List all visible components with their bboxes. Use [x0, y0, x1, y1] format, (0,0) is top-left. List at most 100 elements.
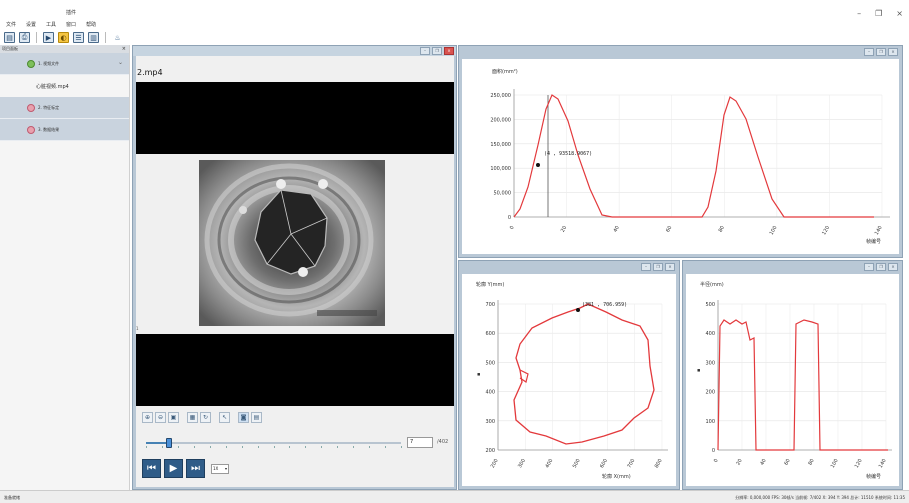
rotate-icon[interactable]: ↻ — [200, 412, 211, 423]
close-icon[interactable]: × — [665, 263, 675, 271]
step-forward-button[interactable]: ⏭ — [186, 459, 205, 478]
minimize-icon[interactable]: – — [641, 263, 651, 271]
cursor-icon[interactable]: ↖ — [219, 412, 230, 423]
restore-icon[interactable]: ❐ — [876, 48, 886, 56]
open-icon[interactable]: ▶ — [43, 32, 54, 43]
save-icon[interactable]: ▤ — [4, 32, 15, 43]
menu-settings[interactable]: 设置 — [26, 21, 36, 28]
x-tick-label: 40 — [759, 458, 767, 467]
chart-panel-titlebar: – ❐ × — [683, 261, 902, 273]
zoom-in-icon[interactable]: ⊕ — [142, 412, 153, 423]
nav-item-label: 3. 数据结果 — [38, 126, 60, 132]
contour-series-line — [513, 303, 655, 445]
video-viewer: 2.mp4 1 ⊕ ⊖ ▣ ▦ ↻ ↖ ◙ ▤ 7 /402 ⏮ ▶ ⏭ 1X … — [136, 56, 454, 487]
y-axis-label: 面积(mm²) — [492, 68, 518, 75]
radius-chart-panel: – ❐ × 半径(mm) 500 400 300 200 100 0 ▪ 0 20 40 60 8… — [682, 260, 903, 490]
restore-icon[interactable]: ❐ — [876, 263, 886, 271]
y-tick-label: 400 — [705, 331, 715, 337]
window-controls: – ❐ × — [857, 9, 903, 18]
slider-tick — [289, 446, 291, 448]
x-tick-label: 800 — [654, 458, 664, 469]
speed-select[interactable]: 1X ▾ — [211, 463, 229, 474]
x-tick-label: 80 — [718, 225, 726, 234]
x-tick-label: 100 — [769, 225, 779, 236]
point-annotation: (381 , 706.959) — [582, 302, 627, 308]
minimize-icon[interactable]: – — [864, 48, 874, 56]
video-frame[interactable] — [199, 160, 385, 326]
minimize-icon[interactable]: – — [420, 47, 430, 55]
close-icon[interactable]: × — [444, 47, 454, 55]
zoom-out-icon[interactable]: ⊖ — [155, 412, 166, 423]
point-annotation: (4 , 93518.9067) — [544, 151, 592, 157]
y-tick-label: 250,000 — [490, 93, 511, 99]
video-panel-titlebar: – ❐ × — [133, 46, 456, 56]
y-ticks: 500 400 300 200 100 0 — [705, 302, 715, 454]
y-tick-label: 600 — [485, 331, 495, 337]
fit-icon[interactable]: ▣ — [168, 412, 179, 423]
panel-close-icon[interactable]: × — [122, 45, 126, 53]
menu-file[interactable]: 文件 — [6, 21, 16, 28]
slider-tick — [353, 446, 355, 448]
nav-item-label: 2. 特征标定 — [38, 104, 60, 110]
selected-point[interactable] — [536, 163, 540, 167]
close-icon[interactable]: × — [888, 48, 898, 56]
y-tick-label: 300 — [705, 360, 715, 366]
close-button[interactable]: × — [896, 9, 903, 18]
x-tick-label: 100 — [830, 458, 840, 469]
menu-bar: 文件 设置 工具 窗口 帮助 — [6, 21, 96, 28]
slider-tick — [401, 446, 402, 448]
crop-icon[interactable]: ▦ — [187, 412, 198, 423]
camera-icon[interactable]: ◙ — [238, 412, 249, 423]
x-tick-label: 80 — [807, 458, 815, 467]
slider-thumb[interactable] — [165, 438, 172, 448]
selected-point[interactable] — [576, 308, 580, 312]
frame-total: /402 — [437, 439, 449, 445]
image-toolbar: ⊕ ⊖ ▣ ▦ ↻ ↖ ◙ ▤ — [142, 412, 262, 423]
y-tick-label: 200 — [485, 448, 495, 454]
step-back-button[interactable]: ⏮ — [142, 459, 161, 478]
status-info: 分辨率: 0,000,000 FPS: 30帧/s 当前帧: 7/402 X: … — [735, 495, 905, 500]
menu-window[interactable]: 窗口 — [66, 21, 76, 28]
minimize-icon[interactable]: – — [864, 263, 874, 271]
slider-tick — [369, 446, 371, 448]
video-panel-controls: – ❐ × — [420, 47, 454, 55]
menu-tools[interactable]: 工具 — [46, 21, 56, 28]
restore-icon[interactable]: ❐ — [653, 263, 663, 271]
y-tick-label: 100,000 — [490, 166, 511, 172]
x-axis-label: 帧编号 — [866, 473, 881, 480]
export-icon[interactable]: ⎙ — [19, 32, 30, 43]
x-tick-label: 140 — [878, 458, 888, 469]
restore-icon[interactable]: ❐ — [432, 47, 442, 55]
maximize-button[interactable]: ❐ — [875, 9, 882, 18]
y-tick-label: 300 — [485, 419, 495, 425]
app-title: 插件 — [66, 10, 77, 16]
play-button[interactable]: ▶ — [164, 459, 183, 478]
x-axis-label: 轮廓 X(mm) — [602, 473, 631, 480]
x-tick-label: 40 — [612, 225, 620, 234]
area-chart: 面积(mm²) 250,000 200,000 150,000 100,000 50,0… — [490, 68, 890, 245]
close-icon[interactable]: × — [888, 263, 898, 271]
radius-series-line — [717, 319, 888, 451]
minimize-button[interactable]: – — [857, 9, 861, 18]
frame-number-input[interactable]: 7 — [407, 437, 433, 448]
slider-track[interactable] — [146, 442, 401, 444]
flame-icon[interactable]: ♨ — [112, 32, 123, 43]
split-icon[interactable]: ▥ — [88, 32, 99, 43]
chevron-down-icon: ▾ — [224, 465, 227, 471]
list-icon[interactable]: ☰ — [73, 32, 84, 43]
refresh-icon[interactable]: ◐ — [58, 32, 69, 43]
title-bar: 插件 – ❐ × — [0, 0, 909, 20]
nav-item-calibration[interactable]: 2. 特征标定 — [0, 97, 129, 119]
nav-item-video-file[interactable]: 心脏视频.mp4 — [0, 75, 129, 97]
frame-slider[interactable] — [146, 438, 402, 448]
x-tick-label: 20 — [560, 225, 568, 234]
nav-item-video-files[interactable]: 1. 视频文件 ⌄ — [0, 53, 129, 75]
menu-help[interactable]: 帮助 — [86, 21, 96, 28]
chart-panel-controls: – ❐ × — [864, 48, 898, 56]
grid-icon[interactable]: ▤ — [251, 412, 262, 423]
app-window: 插件 – ❐ × 文件 设置 工具 窗口 帮助 ▤ ⎙ ▶ ◐ ☰ ▥ ♨ 项目… — [0, 0, 909, 503]
chevron-down-icon[interactable]: ⌄ — [118, 59, 123, 66]
slider-tick — [241, 446, 243, 448]
nav-item-results[interactable]: 3. 数据结果 — [0, 119, 129, 141]
x-tick-label: 700 — [626, 458, 636, 469]
